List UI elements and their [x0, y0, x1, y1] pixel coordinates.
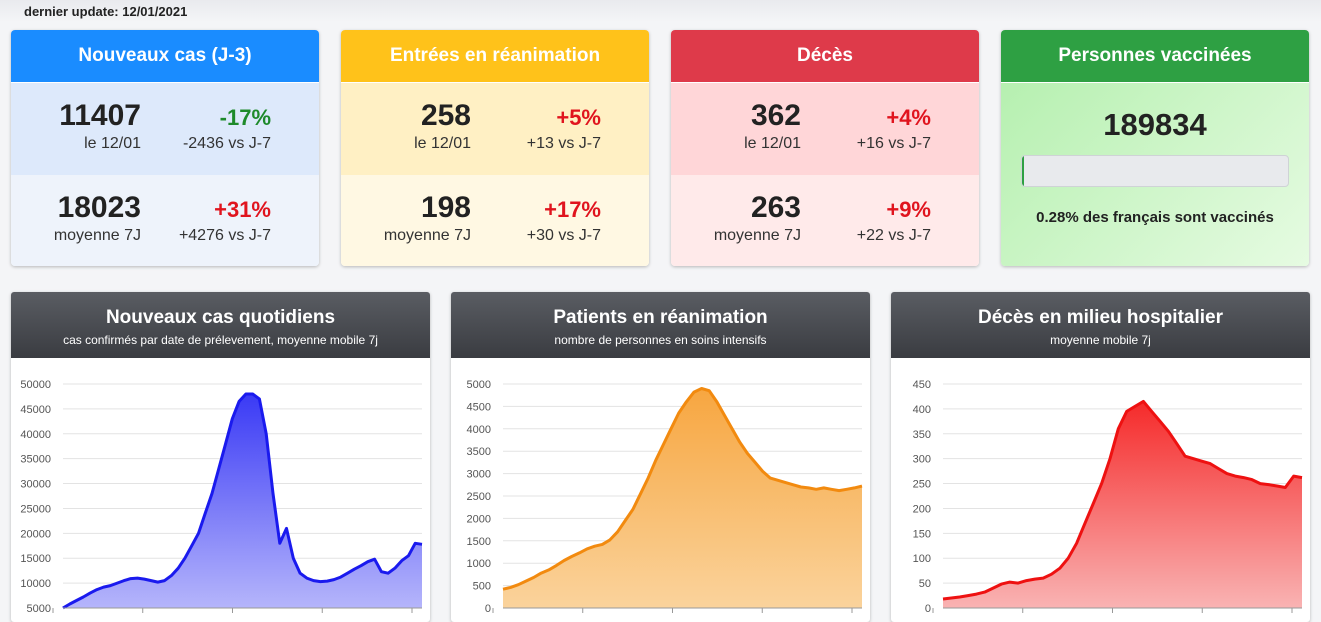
stat-vs: +22 vs J-7 [856, 227, 931, 244]
chart-header: Décès en milieu hospitalier moyenne mobi… [891, 292, 1310, 358]
stat-percent: +17% [544, 197, 601, 222]
y-tick-label: 450 [913, 379, 931, 391]
y-tick-label: 2000 [467, 513, 491, 525]
card-title: Nouveaux cas (J-3) [11, 30, 319, 82]
card-new-cases: Nouveaux cas (J-3) 11407 le 12/01 -17% -… [11, 30, 319, 266]
vaccinated-count: 189834 [1103, 107, 1207, 142]
stat-vs: +30 vs J-7 [526, 227, 601, 244]
stat-percent: +4% [886, 105, 931, 130]
stat-vs: +16 vs J-7 [856, 135, 931, 152]
stat-percent: -17% [219, 105, 271, 130]
y-tick-label: 200 [913, 503, 931, 515]
card-row-average: 18023 moyenne 7J +31% +4276 vs J-7 [11, 175, 319, 266]
chart-subtitle: cas confirmés par date de prélevement, m… [63, 333, 378, 347]
stat-date: le 12/01 [744, 135, 801, 152]
y-tick-label: 400 [913, 404, 931, 416]
y-tick-label: 4500 [467, 401, 491, 413]
y-tick-label: 300 [913, 454, 931, 466]
card-row-day: 11407 le 12/01 -17% -2436 vs J-7 [11, 83, 319, 175]
y-tick-label: 0 [485, 603, 491, 615]
y-tick-label: 30000 [20, 479, 51, 491]
chart-new-cases: Nouveaux cas quotidiens cas confirmés pa… [11, 292, 430, 622]
card-title: Entrées en réanimation [341, 30, 649, 82]
stat-vs: -2436 vs J-7 [182, 135, 271, 152]
stat-date: moyenne 7J [383, 227, 471, 244]
stat-date: le 12/01 [84, 135, 141, 152]
stat-value: 18023 [57, 191, 141, 224]
y-tick-label: 50 [919, 578, 931, 590]
top-bar [0, 0, 1321, 22]
chart-header: Patients en réanimation nombre de person… [451, 292, 870, 358]
y-tick-label: 5000 [467, 379, 491, 391]
chart-hospital-deaths: Décès en milieu hospitalier moyenne mobi… [891, 292, 1310, 622]
y-tick-label: 1000 [467, 558, 491, 570]
chart-plot: 0 500 1000 1500 2000 2500 3000 3500 4000 4500 5000 [467, 379, 863, 615]
chart-subtitle: moyenne mobile 7j [1050, 333, 1151, 347]
y-tick-label: 1500 [467, 536, 491, 548]
chart-plot: 0 50 100 150 200 250 300 350 400 450 [913, 379, 1303, 615]
card-vaccinated: Personnes vaccinées 189834 0.28% des fra… [1001, 30, 1309, 266]
card-title: Personnes vaccinées [1001, 30, 1309, 82]
y-tick-label: 350 [913, 429, 931, 441]
series-area [943, 401, 1302, 608]
stat-vs: +13 vs J-7 [526, 135, 601, 152]
card-icu-admissions: Entrées en réanimation 258 le 12/01 +5% … [341, 30, 649, 266]
stat-value: 11407 [59, 99, 141, 132]
y-tick-label: 150 [913, 528, 931, 540]
stat-percent: +31% [214, 197, 271, 222]
series-area [63, 394, 422, 608]
stat-value: 362 [750, 99, 801, 132]
vaccination-progress-bar [1021, 155, 1289, 187]
card-deaths: Décès 362 le 12/01 +4% +16 vs J-7 263 mo… [671, 30, 979, 266]
y-tick-label: 100 [913, 553, 931, 565]
stat-percent: +9% [886, 197, 931, 222]
y-tick-label: 40000 [20, 429, 51, 441]
chart-title: Décès en milieu hospitalier [978, 307, 1223, 328]
stat-date: moyenne 7J [713, 227, 801, 244]
y-tick-label: 50000 [20, 379, 51, 391]
card-title: Décès [671, 30, 979, 82]
series-area [503, 388, 862, 608]
stat-date: moyenne 7J [53, 227, 141, 244]
card-row-average: 198 moyenne 7J +17% +30 vs J-7 [341, 175, 649, 266]
y-tick-label: 15000 [20, 553, 51, 565]
y-tick-label: 3500 [467, 446, 491, 458]
y-tick-label: 10000 [20, 578, 51, 590]
chart-plot: 5000 10000 15000 20000 25000 30000 35000 40000 4… [20, 379, 423, 615]
card-row-day: 362 le 12/01 +4% +16 vs J-7 [671, 83, 979, 175]
y-tick-label: 5000 [27, 603, 51, 615]
chart-icu-patients: Patients en réanimation nombre de person… [451, 292, 870, 622]
y-tick-label: 500 [473, 581, 491, 593]
card-row-day: 258 le 12/01 +5% +13 vs J-7 [341, 83, 649, 175]
y-tick-label: 3000 [467, 469, 491, 481]
y-tick-label: 25000 [20, 503, 51, 515]
stat-value: 258 [420, 99, 471, 132]
chart-subtitle: nombre de personnes en soins intensifs [554, 333, 767, 347]
y-tick-label: 20000 [20, 528, 51, 540]
chart-title: Patients en réanimation [553, 307, 768, 328]
y-tick-label: 0 [925, 603, 931, 615]
last-update-label: dernier update: 12/01/2021 [24, 4, 188, 19]
stat-percent: +5% [556, 105, 601, 130]
stat-date: le 12/01 [414, 135, 471, 152]
stat-value: 198 [420, 191, 471, 224]
y-tick-label: 45000 [20, 404, 51, 416]
y-tick-label: 250 [913, 479, 931, 491]
card-row-average: 263 moyenne 7J +9% +22 vs J-7 [671, 175, 979, 266]
chart-title: Nouveaux cas quotidiens [105, 307, 336, 328]
y-tick-label: 4000 [467, 424, 491, 436]
vaccination-percent-text: 0.28% des français sont vaccinés [1036, 209, 1274, 226]
y-tick-label: 35000 [20, 454, 51, 466]
stat-vs: +4276 vs J-7 [178, 227, 271, 244]
chart-header: Nouveaux cas quotidiens cas confirmés pa… [11, 292, 430, 358]
vaccination-body: 189834 0.28% des français sont vaccinés [1001, 83, 1309, 266]
y-tick-label: 2500 [467, 491, 491, 503]
stat-value: 263 [750, 191, 801, 224]
vaccination-progress-fill [1022, 156, 1024, 186]
